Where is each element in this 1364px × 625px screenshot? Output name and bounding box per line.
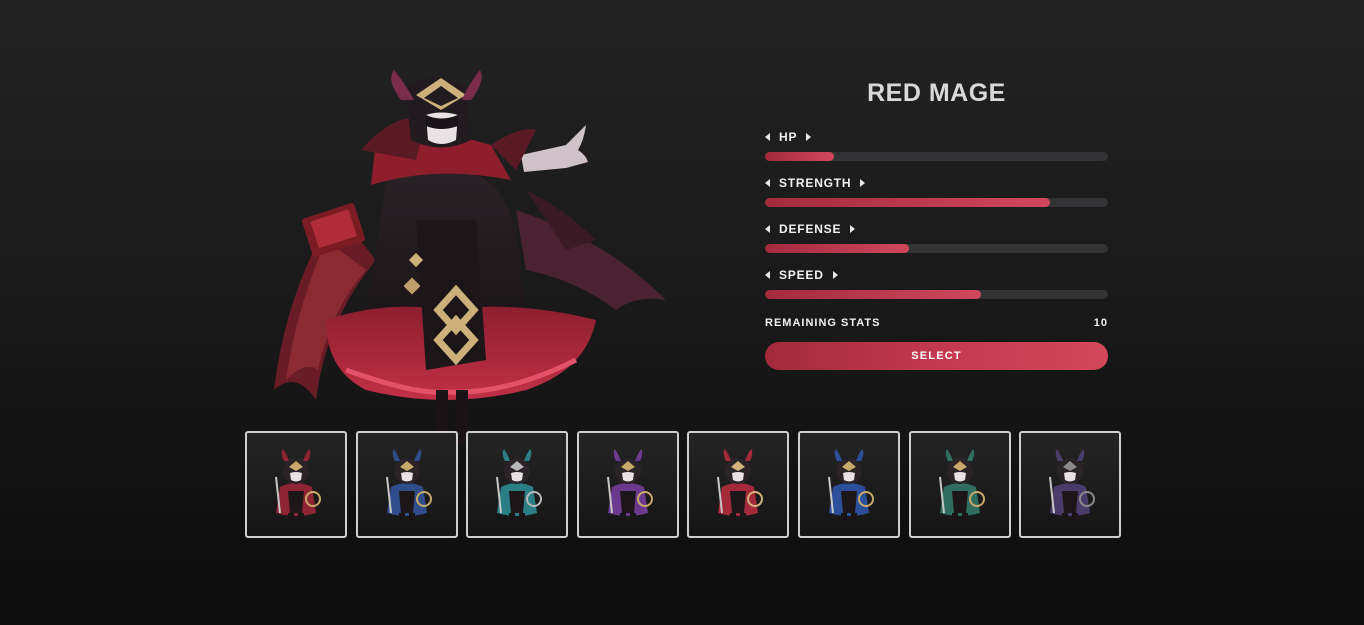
red-mage-portrait (274, 70, 666, 460)
spear-knight-icon (385, 449, 432, 521)
stat-label-hp: HP (779, 130, 798, 144)
class-title: RED MAGE (867, 79, 1006, 107)
decrease-strength-arrow-icon[interactable] (765, 179, 770, 187)
strength-bar-fill (765, 198, 1050, 207)
stat-strength: STRENGTH (765, 175, 1108, 221)
archer-icon (606, 449, 653, 521)
stat-defense: DEFENSE (765, 221, 1108, 267)
select-button[interactable]: SELECT (765, 342, 1108, 370)
increase-speed-arrow-icon[interactable] (832, 271, 838, 279)
roster-slot[interactable] (687, 431, 790, 538)
class-roster (245, 431, 1122, 538)
stat-label-strength: STRENGTH (779, 176, 852, 190)
stat-label-speed: SPEED (779, 268, 824, 282)
armored-axe-knight-icon (938, 449, 985, 521)
speed-bar-track (765, 290, 1108, 299)
strength-bar-track (765, 198, 1108, 207)
red-mage-icon (717, 449, 764, 521)
hp-bar-track (765, 152, 1108, 161)
roster-slot[interactable] (576, 431, 679, 538)
increase-hp-arrow-icon[interactable] (806, 133, 812, 141)
remaining-stats-value: 10 (1093, 317, 1108, 329)
defense-bar-fill (765, 244, 910, 253)
roster-slot[interactable] (245, 431, 347, 538)
rogue-icon (1049, 449, 1096, 521)
stat-speed: SPEED (765, 267, 1108, 313)
decrease-speed-arrow-icon[interactable] (765, 271, 770, 279)
hp-bar-fill (765, 152, 834, 161)
increase-strength-arrow-icon[interactable] (860, 179, 866, 187)
stats-panel: RED MAGE HP STRENGTH DEFENSE SPEED REMAI… (765, 78, 1108, 370)
knight-sword-shield-icon (275, 449, 321, 521)
defense-bar-track (765, 244, 1108, 253)
roster-slot[interactable] (466, 431, 569, 538)
remaining-stats-label: REMAINING STATS (765, 317, 881, 329)
speed-bar-fill (765, 290, 982, 299)
stat-hp: HP (765, 129, 1108, 175)
stat-label-defense: DEFENSE (779, 222, 842, 236)
blue-mage-icon (827, 449, 874, 521)
character-portrait (266, 70, 676, 470)
roster-slot[interactable] (797, 431, 900, 538)
roster-slot[interactable] (1019, 431, 1122, 538)
decrease-hp-arrow-icon[interactable] (765, 133, 770, 141)
increase-defense-arrow-icon[interactable] (850, 225, 856, 233)
roster-slot[interactable] (355, 431, 458, 538)
remaining-stats: REMAINING STATS 10 (765, 315, 1108, 331)
roster-slot[interactable] (908, 431, 1011, 538)
axe-warrior-icon (496, 449, 543, 521)
decrease-defense-arrow-icon[interactable] (765, 225, 770, 233)
